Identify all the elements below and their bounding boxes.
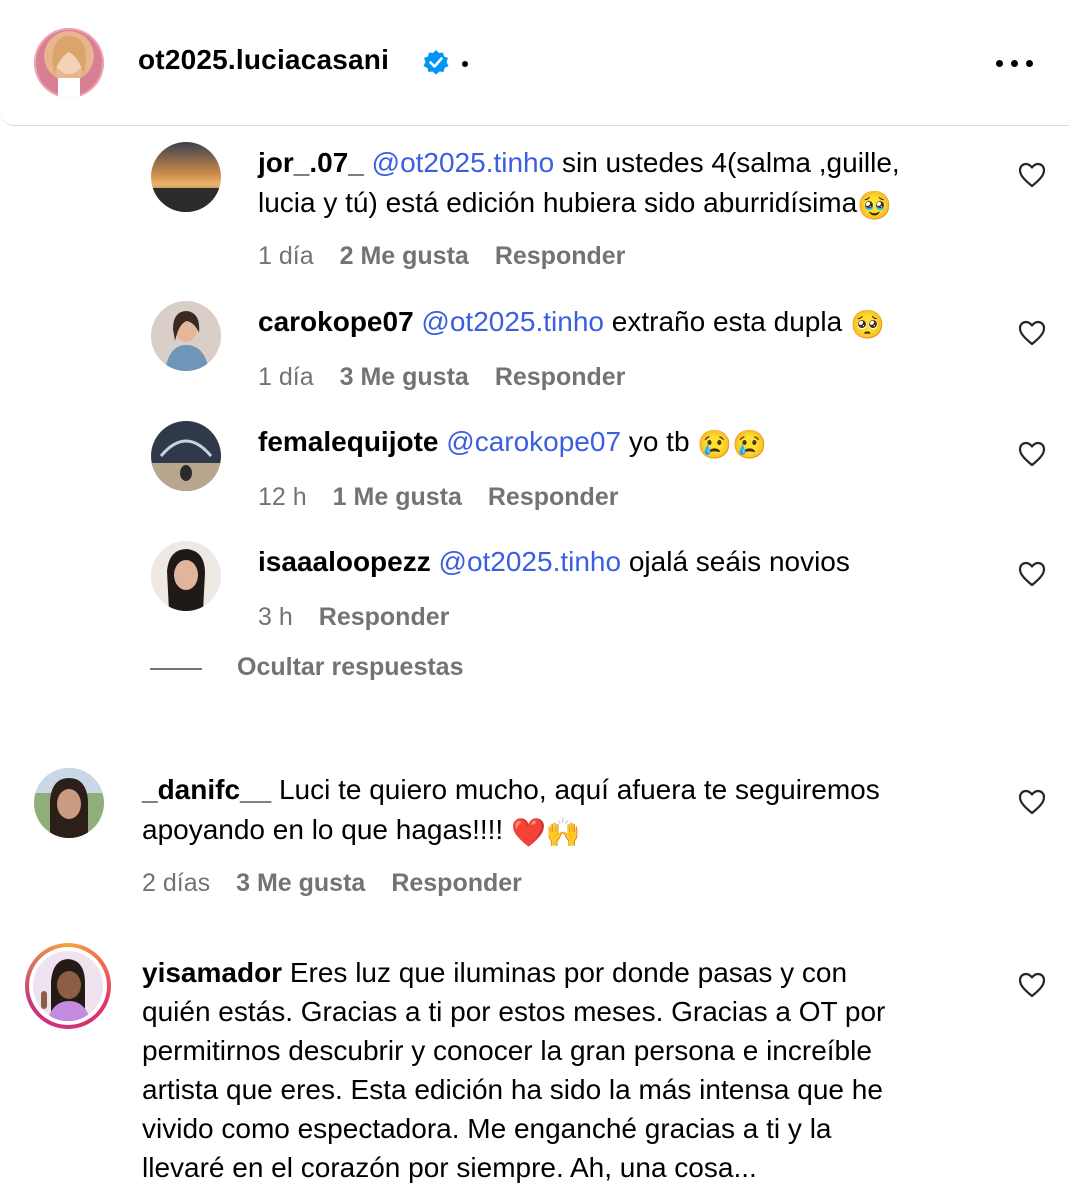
comment-body: carokope07 @ot2025.tinho extraño esta du… <box>258 302 988 345</box>
pleading-face-emoji: 🥹 <box>857 190 893 221</box>
comment-text: apoyando en lo que hagas!!!! <box>142 814 504 845</box>
comment-body: yisamador Eres luz que iluminas por dond… <box>142 953 1002 1187</box>
avatar[interactable] <box>151 421 221 491</box>
like-heart-icon[interactable] <box>1018 972 1046 998</box>
comment-meta: 3 h Responder <box>258 603 449 632</box>
likes-count[interactable]: 1 Me gusta <box>333 483 462 511</box>
post-header: ot2025.luciacasani <box>0 0 1069 126</box>
hide-replies-divider <box>150 668 202 670</box>
comment-body: femalequijote @carokope07 yo tb 😢😢 <box>258 422 988 465</box>
hide-replies-button[interactable]: Ocultar respuestas <box>237 653 464 682</box>
comment-username[interactable]: yisamador <box>142 957 282 988</box>
like-heart-icon[interactable] <box>1018 162 1046 188</box>
comment-username[interactable]: jor_.07_ <box>258 147 364 178</box>
comment-text: Luci te quiero mucho, aquí afuera te seg… <box>278 774 880 805</box>
reply-button[interactable]: Responder <box>495 242 626 270</box>
separator-dot <box>462 61 468 67</box>
pleading-face-emoji: 🥺 <box>849 309 885 340</box>
comment-meta: 1 día 3 Me gusta Responder <box>258 363 625 392</box>
avatar[interactable] <box>151 142 221 212</box>
likes-count[interactable]: 3 Me gusta <box>236 869 365 897</box>
more-options-icon[interactable] <box>996 60 1034 68</box>
avatar[interactable] <box>151 541 221 611</box>
profile-avatar[interactable] <box>34 28 104 98</box>
comment-time: 1 día <box>258 363 314 391</box>
comment-text: Eres luz que iluminas por donde pasas y … <box>289 957 848 988</box>
comment-time: 2 días <box>142 869 211 897</box>
comment-text: extraño esta dupla <box>611 306 843 337</box>
reply-button[interactable]: Responder <box>488 483 619 511</box>
comment-time: 3 h <box>258 603 293 631</box>
likes-count[interactable]: 2 Me gusta <box>340 242 469 270</box>
reply-button[interactable]: Responder <box>391 869 522 897</box>
reply-button[interactable]: Responder <box>495 363 626 391</box>
comment-time: 1 día <box>258 242 314 270</box>
story-ring-avatar[interactable] <box>25 943 111 1029</box>
avatar[interactable] <box>34 768 104 838</box>
comment-text: permitirnos descubrir y conocer la gran … <box>142 1035 872 1066</box>
comment-text: lucia y tú) está edición hubiera sido ab… <box>258 187 858 218</box>
comment-username[interactable]: isaaaloopezz <box>258 546 431 577</box>
like-heart-icon[interactable] <box>1018 320 1046 346</box>
likes-count[interactable]: 3 Me gusta <box>340 363 469 391</box>
mention-link[interactable]: @ot2025.tinho <box>372 147 555 178</box>
crying-face-emoji: 😢😢 <box>697 429 768 460</box>
mention-link[interactable]: @carokope07 <box>446 426 621 457</box>
comment-body: isaaaloopezz @ot2025.tinho ojalá seáis n… <box>258 542 988 582</box>
mention-link[interactable]: @ot2025.tinho <box>421 306 604 337</box>
mention-link[interactable]: @ot2025.tinho <box>439 546 622 577</box>
comment-text: yo tb <box>628 426 690 457</box>
comment-text: quién estás. Gracias a ti por estos mese… <box>142 996 886 1027</box>
comment-username[interactable]: femalequijote <box>258 426 438 457</box>
comment-username[interactable]: carokope07 <box>258 306 414 337</box>
comment-meta: 2 días 3 Me gusta Responder <box>142 869 522 898</box>
comment-meta: 12 h 1 Me gusta Responder <box>258 483 618 512</box>
comment-body: _danifc__ Luci te quiero mucho, aquí afu… <box>142 770 992 853</box>
comment-text: ojalá seáis novios <box>628 546 850 577</box>
avatar[interactable] <box>151 301 221 371</box>
heart-raised-hands-emoji: ❤️🙌 <box>510 817 581 848</box>
header-username[interactable]: ot2025.luciacasani <box>138 44 389 76</box>
verified-badge-icon <box>423 50 449 75</box>
comment-text: vivido como espectadora. Me enganché gra… <box>142 1113 832 1144</box>
comment-text: artista que eres. Esta edición ha sido l… <box>142 1074 883 1105</box>
comment-username[interactable]: _danifc__ <box>142 774 271 805</box>
comment-time: 12 h <box>258 483 307 511</box>
comment-text: sin ustedes 4(salma ,guille, <box>561 147 900 178</box>
like-heart-icon[interactable] <box>1018 441 1046 467</box>
comment-body: jor_.07_ @ot2025.tinho sin ustedes 4(sal… <box>258 143 988 226</box>
reply-button[interactable]: Responder <box>319 603 450 631</box>
like-heart-icon[interactable] <box>1018 561 1046 587</box>
comment-text: llevaré en el corazón por siempre. Ah, u… <box>142 1152 757 1183</box>
like-heart-icon[interactable] <box>1018 789 1046 815</box>
comment-meta: 1 día 2 Me gusta Responder <box>258 242 625 271</box>
